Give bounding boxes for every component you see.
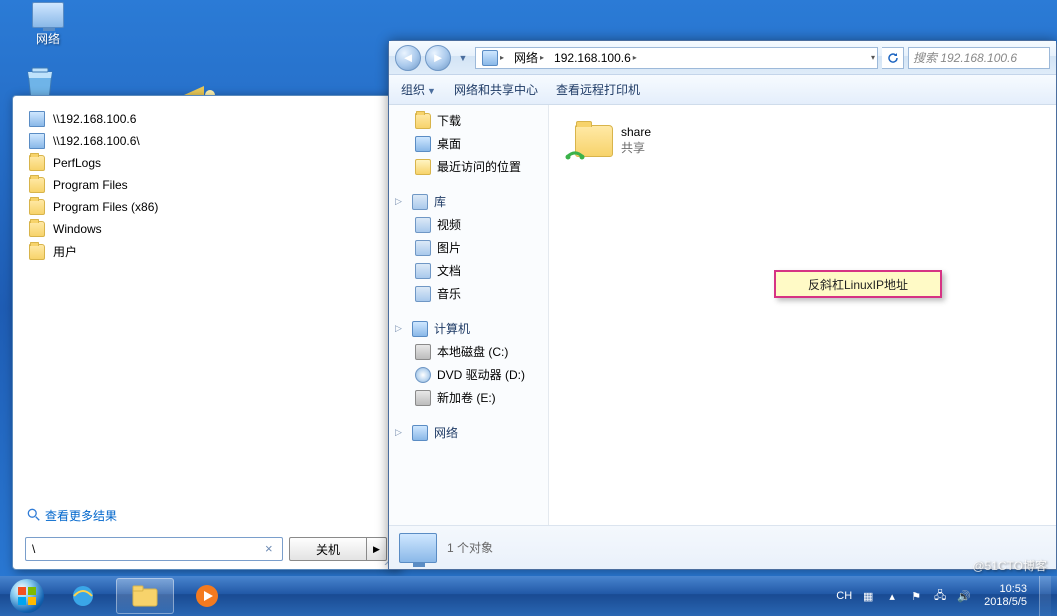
start-result-item[interactable]: Program Files (x86) [21, 196, 391, 218]
nav-videos[interactable]: 视频 [389, 213, 548, 236]
taskbar: CH ▦ ▴ ⚑ 🖧 🔊 10:53 2018/5/5 [0, 576, 1057, 616]
nav-computer[interactable]: ▷计算机 [389, 317, 548, 340]
desktop-icon [415, 136, 431, 152]
search-icon [27, 508, 41, 522]
share-folder[interactable]: share 共享 [561, 117, 655, 165]
tray-expand-icon[interactable]: ▴ [884, 588, 900, 604]
start-result-item[interactable]: PerfLogs [21, 152, 391, 174]
toolbar-organize[interactable]: 组织▼ [401, 81, 436, 98]
pictures-icon [415, 240, 431, 256]
music-icon [415, 286, 431, 302]
media-player-icon [195, 584, 219, 608]
nav-documents[interactable]: 文档 [389, 259, 548, 282]
folder-icon [29, 155, 45, 171]
videos-icon [415, 217, 431, 233]
shutdown-button[interactable]: 关机 [289, 537, 367, 561]
address-bar[interactable]: ▸ 网络▸ 192.168.100.6▸ ▾ [475, 47, 878, 69]
start-bottom-row: × 关机 ▶ [21, 531, 391, 561]
start-result-item[interactable]: Program Files [21, 174, 391, 196]
share-name: share [621, 125, 651, 141]
start-button[interactable] [4, 578, 50, 614]
nav-history-dropdown[interactable]: ▼ [455, 45, 471, 71]
dvd-icon [415, 367, 431, 383]
start-results-list: \\192.168.100.6 \\192.168.100.6\ PerfLog… [21, 108, 391, 499]
explorer-content[interactable]: share 共享 反斜杠LinuxIP地址 [549, 105, 1056, 525]
navigation-pane: 下载 桌面 最近访问的位置 ▷库 视频 图片 文档 音乐 ▷计算机 本地磁盘 (… [389, 105, 549, 525]
taskbar-media-player[interactable] [178, 578, 236, 614]
start-result-item[interactable]: \\192.168.100.6\ [21, 130, 391, 152]
explorer-statusbar: 1 个对象 [389, 525, 1056, 569]
share-subtitle: 共享 [621, 141, 651, 157]
status-text: 1 个对象 [447, 539, 493, 556]
nav-forward-button[interactable]: ► [425, 45, 451, 71]
chevron-right-icon: ▷ [395, 196, 406, 207]
nav-downloads[interactable]: 下载 [389, 109, 548, 132]
network-tray-icon[interactable]: 🖧 [932, 588, 948, 604]
start-result-item[interactable]: \\192.168.100.6 [21, 108, 391, 130]
folder-icon [29, 177, 45, 193]
windows-logo-icon [17, 586, 37, 606]
start-menu-popup: \\192.168.100.6 \\192.168.100.6\ PerfLog… [12, 95, 400, 570]
desktop-network-label: 网络 [18, 30, 78, 47]
nav-music[interactable]: 音乐 [389, 282, 548, 305]
annotation-callout: 反斜杠LinuxIP地址 [774, 270, 942, 298]
refresh-button[interactable] [882, 47, 904, 69]
nav-drive-c[interactable]: 本地磁盘 (C:) [389, 340, 548, 363]
network-icon [482, 50, 498, 66]
documents-icon [415, 263, 431, 279]
start-search-box: × [25, 537, 283, 561]
nav-libraries[interactable]: ▷库 [389, 190, 548, 213]
ime-options-icon[interactable]: ▦ [860, 588, 876, 604]
network-icon [32, 2, 64, 28]
show-desktop-button[interactable] [1039, 576, 1051, 616]
folder-icon [132, 585, 158, 607]
chevron-right-icon: ▷ [395, 427, 406, 438]
libraries-icon [412, 194, 428, 210]
toolbar-remote-printers[interactable]: 查看远程打印机 [556, 81, 640, 98]
recent-icon [415, 159, 431, 175]
folder-icon [29, 221, 45, 237]
volume-icon[interactable]: 🔊 [956, 588, 972, 604]
start-search-input[interactable] [25, 537, 283, 561]
folder-icon [29, 199, 45, 215]
drive-icon [415, 390, 431, 406]
taskbar-explorer[interactable] [116, 578, 174, 614]
drive-icon [415, 344, 431, 360]
ie-icon [70, 583, 96, 609]
start-result-item[interactable]: Windows [21, 218, 391, 240]
status-thumbnail-icon [399, 533, 437, 563]
action-center-icon[interactable]: ⚑ [908, 588, 924, 604]
explorer-titlebar: ◄ ► ▼ ▸ 网络▸ 192.168.100.6▸ ▾ 搜索 192.168.… [389, 41, 1056, 75]
clear-search-icon[interactable]: × [265, 541, 279, 556]
address-dropdown-icon[interactable]: ▾ [871, 53, 875, 62]
nav-recent[interactable]: 最近访问的位置 [389, 155, 548, 178]
chevron-right-icon: ▷ [395, 323, 406, 334]
shared-folder-icon [565, 121, 613, 161]
nav-back-button[interactable]: ◄ [395, 45, 421, 71]
watermark-text: @51CTO博客 [972, 557, 1047, 574]
explorer-search-input[interactable]: 搜索 192.168.100.6 [908, 47, 1050, 69]
explorer-toolbar: 组织▼ 网络和共享中心 查看远程打印机 [389, 75, 1056, 105]
computer-icon [29, 133, 45, 149]
see-more-results[interactable]: 查看更多结果 [21, 499, 391, 532]
nav-drive-d[interactable]: DVD 驱动器 (D:) [389, 363, 548, 386]
computer-icon [29, 111, 45, 127]
network-icon [412, 425, 428, 441]
ime-indicator[interactable]: CH [836, 590, 852, 602]
nav-drive-e[interactable]: 新加卷 (E:) [389, 386, 548, 409]
system-tray: CH ▦ ▴ ⚑ 🖧 🔊 10:53 2018/5/5 [836, 576, 1053, 616]
nav-network[interactable]: ▷网络 [389, 421, 548, 444]
desktop-network-icon[interactable]: 网络 [18, 2, 78, 47]
start-result-item[interactable]: 用户 [21, 240, 391, 263]
toolbar-sharing-center[interactable]: 网络和共享中心 [454, 81, 538, 98]
taskbar-clock[interactable]: 10:53 2018/5/5 [980, 583, 1031, 609]
explorer-window: ◄ ► ▼ ▸ 网络▸ 192.168.100.6▸ ▾ 搜索 192.168.… [388, 40, 1057, 570]
nav-desktop[interactable]: 桌面 [389, 132, 548, 155]
folder-icon [415, 113, 431, 129]
computer-icon [412, 321, 428, 337]
folder-icon [29, 244, 45, 260]
taskbar-ie[interactable] [54, 578, 112, 614]
nav-pictures[interactable]: 图片 [389, 236, 548, 259]
